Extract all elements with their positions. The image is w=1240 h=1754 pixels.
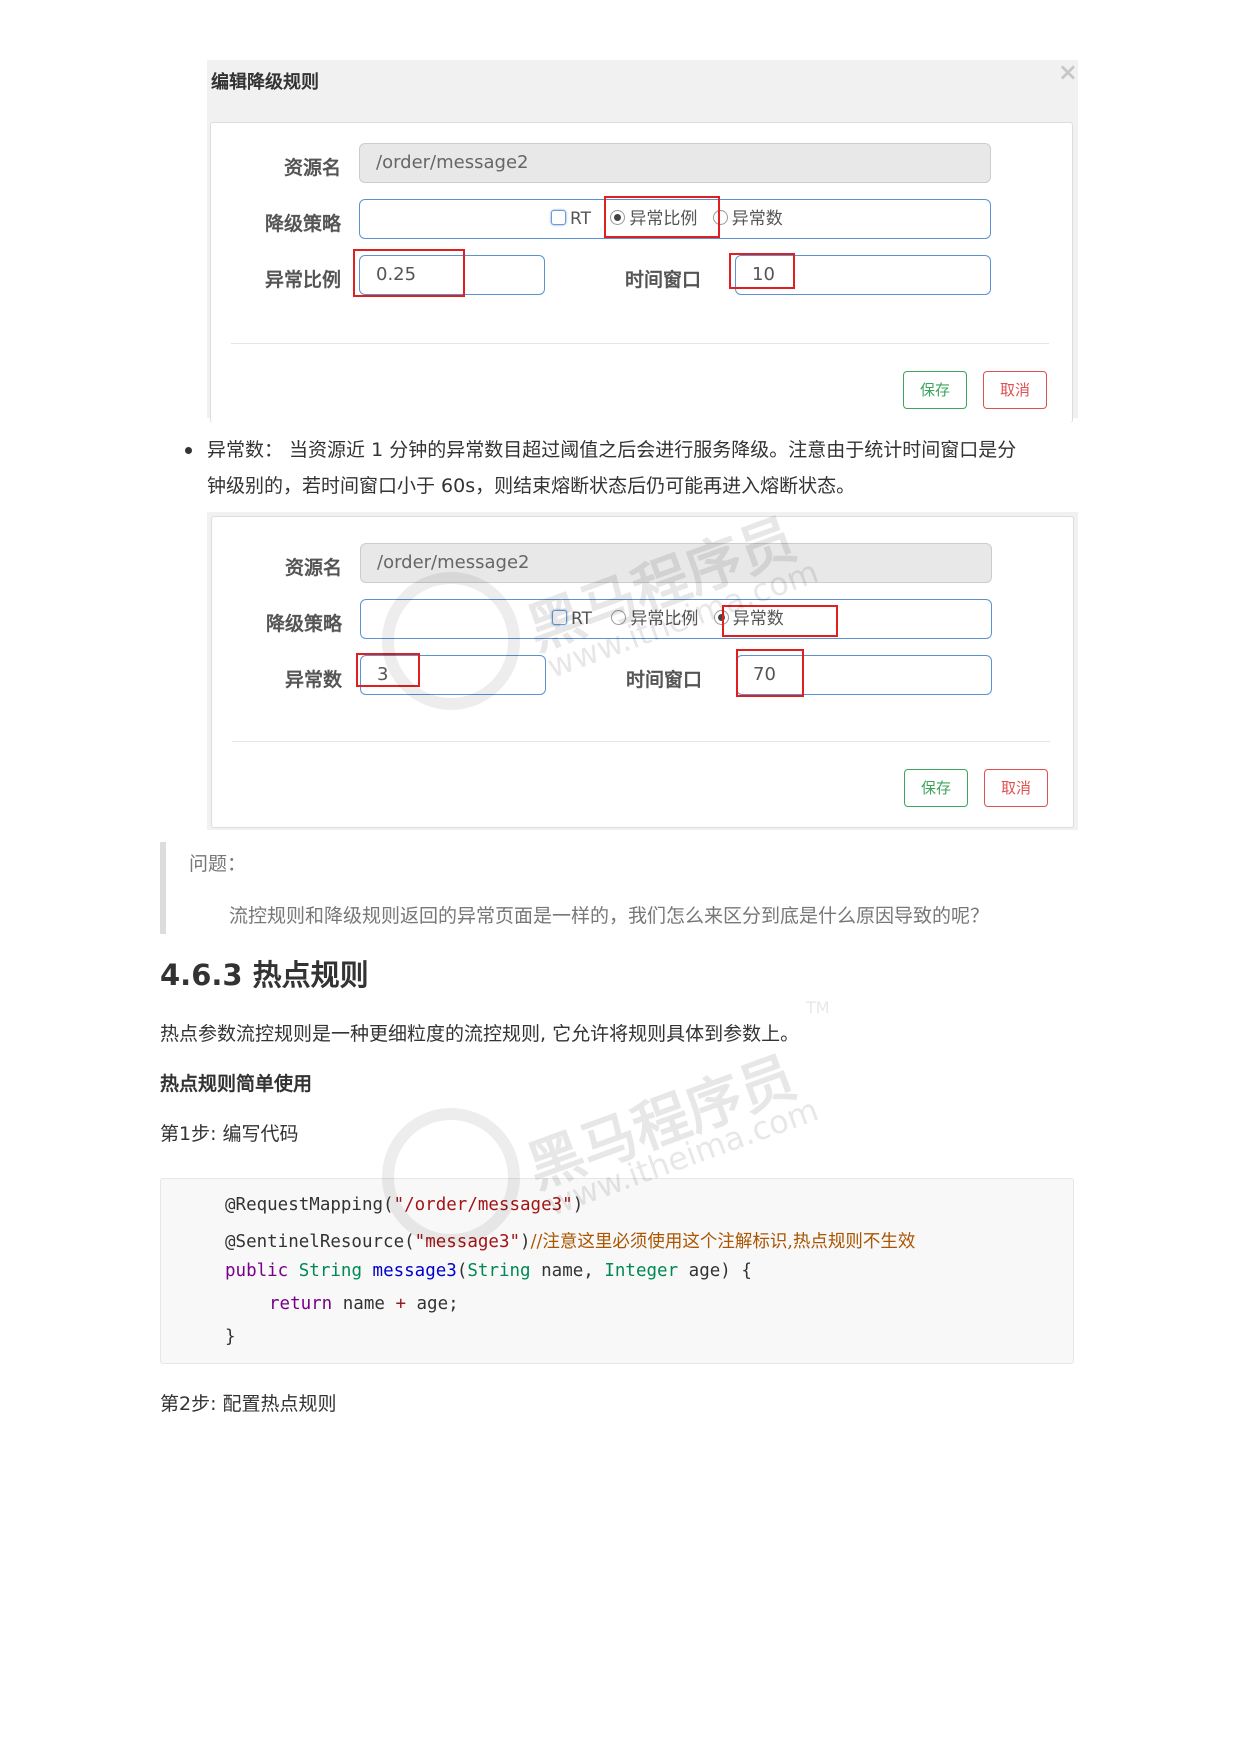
save-button[interactable]: 保存 <box>904 769 968 807</box>
highlight-box <box>353 249 465 297</box>
window-label: 时间窗口 <box>625 669 702 691</box>
count-label: 异常数 <box>284 669 342 691</box>
bullet-icon <box>185 447 192 454</box>
quote-text: 流控规则和降级规则返回的异常页面是一样的，我们怎么来区分到底是什么原因导致的呢？ <box>229 905 990 927</box>
close-icon[interactable]: × <box>1058 58 1078 86</box>
window-label: 时间窗口 <box>624 269 701 291</box>
radio-icon <box>551 209 566 225</box>
highlight-box <box>736 649 804 697</box>
code-line-1: @RequestMapping("/order/message3") <box>225 1195 584 1215</box>
resource-input[interactable]: /order/message2 <box>360 543 992 583</box>
code-line-3: public String message3(String name, Inte… <box>225 1261 752 1281</box>
highlight-box <box>604 196 720 238</box>
highlight-box <box>722 605 838 637</box>
form-panel: 资源名 /order/message2 降级策略 RT 异常比例 异常数 异常比… <box>210 122 1073 423</box>
code-block: @RequestMapping("/order/message3") @Sent… <box>160 1178 1074 1364</box>
screenshot-exception-count-rule: 资源名 /order/message2 降级策略 RT 异常比例 异常数 异常数… <box>207 512 1078 830</box>
radio-rt[interactable]: RT <box>552 609 592 629</box>
strategy-label: 降级策略 <box>265 613 342 635</box>
divider <box>232 741 1050 742</box>
radio-icon <box>552 609 567 625</box>
resource-input[interactable]: /order/message2 <box>359 143 991 183</box>
code-line-2: @SentinelResource("message3")//注意这里必须使用这… <box>225 1232 916 1252</box>
quote-label: 问题： <box>189 853 247 875</box>
cancel-button[interactable]: 取消 <box>983 371 1047 409</box>
section-heading: 4.6.3 热点规则 <box>160 958 369 992</box>
resource-label: 资源名 <box>283 157 341 179</box>
screenshot-edit-degrade-rule: 编辑降级规则 × 资源名 /order/message2 降级策略 RT 异常比… <box>207 58 1078 423</box>
bullet-text-line-1: 异常数： 当资源近 1 分钟的异常数目超过阈值之后会进行服务降级。注意由于统计时… <box>207 439 1017 461</box>
bullet-text-line-2: 钟级别的，若时间窗口小于 60s，则结束熔断状态后仍可能再进入熔断状态。 <box>207 475 856 497</box>
radio-exception-ratio[interactable]: 异常比例 <box>611 609 698 629</box>
ratio-label: 异常比例 <box>264 269 341 291</box>
blockquote-bar <box>160 842 166 934</box>
step-1: 第1步: 编写代码 <box>160 1123 299 1145</box>
cancel-button[interactable]: 取消 <box>984 769 1048 807</box>
save-button[interactable]: 保存 <box>903 371 967 409</box>
highlight-box <box>729 253 795 289</box>
code-line-5: } <box>225 1327 236 1347</box>
form-panel: 资源名 /order/message2 降级策略 RT 异常比例 异常数 异常数… <box>211 516 1074 828</box>
highlight-box <box>356 653 420 687</box>
subheading: 热点规则简单使用 <box>160 1073 313 1095</box>
divider <box>231 343 1049 344</box>
radio-exception-count[interactable]: 异常数 <box>712 209 783 229</box>
code-line-4: return name + age; <box>269 1294 459 1314</box>
radio-icon <box>611 609 627 625</box>
radio-rt[interactable]: RT <box>551 209 591 229</box>
watermark-tm: TM <box>806 998 830 1017</box>
resource-label: 资源名 <box>284 557 342 579</box>
modal-title: 编辑降级规则 <box>211 72 319 93</box>
step-2: 第2步: 配置热点规则 <box>160 1393 337 1415</box>
strategy-label: 降级策略 <box>264 213 341 235</box>
intro-paragraph: 热点参数流控规则是一种更细粒度的流控规则, 它允许将规则具体到参数上。 <box>160 1023 800 1045</box>
